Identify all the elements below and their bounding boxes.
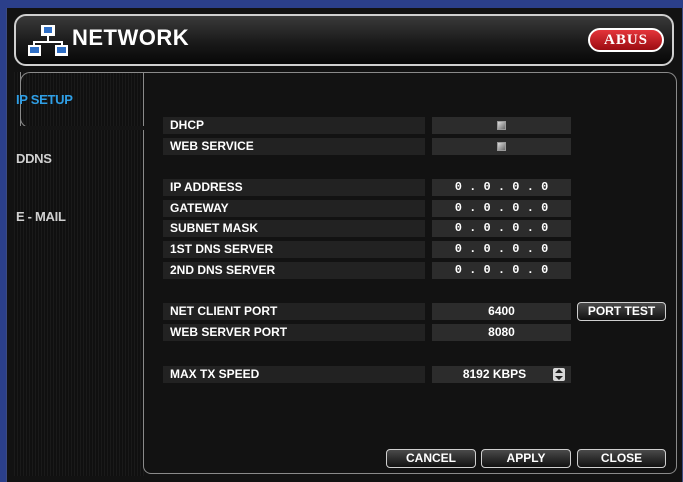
net-client-port-field[interactable]: 6400 [432,303,571,320]
web-server-port-label: WEB SERVER PORT [163,324,425,341]
max-tx-speed-value: 8192 KBPS [462,367,527,381]
dhcp-checkbox[interactable] [497,121,506,130]
cancel-button[interactable]: CANCEL [386,449,476,468]
net-client-port-label: NET CLIENT PORT [163,303,425,320]
dhcp-checkbox-cell[interactable] [432,117,571,134]
brand-logo: ABUS [588,28,664,52]
tab-email[interactable]: E - MAIL [16,209,66,224]
ip-address-field[interactable]: 0 . 0 . 0 . 0 [432,179,571,196]
spinner-icon[interactable] [553,368,565,381]
port-test-button[interactable]: PORT TEST [577,302,666,321]
gateway-label: GATEWAY [163,200,425,217]
subnet-mask-label: SUBNET MASK [163,220,425,237]
page-title: NETWORK [72,25,190,50]
max-tx-speed-label: MAX TX SPEED [163,366,425,383]
dhcp-label: DHCP [163,117,425,134]
apply-button[interactable]: APPLY [481,449,571,468]
web-service-checkbox-cell[interactable] [432,138,571,155]
web-service-checkbox[interactable] [497,142,506,151]
dns2-field[interactable]: 0 . 0 . 0 . 0 [432,262,571,279]
ip-address-label: IP ADDRESS [163,179,425,196]
max-tx-speed-select[interactable]: 8192 KBPS [432,366,571,383]
tab-ip-setup[interactable]: IP SETUP [16,92,73,107]
web-server-port-field[interactable]: 8080 [432,324,571,341]
dns2-label: 2ND DNS SERVER [163,262,425,279]
active-tab-gap [20,126,144,130]
dns1-field[interactable]: 0 . 0 . 0 . 0 [432,241,571,258]
web-service-label: WEB SERVICE [163,138,425,155]
close-button[interactable]: CLOSE [577,449,666,468]
gateway-field[interactable]: 0 . 0 . 0 . 0 [432,200,571,217]
network-icon [28,25,68,56]
subnet-mask-field[interactable]: 0 . 0 . 0 . 0 [432,220,571,237]
sidebar [14,72,144,476]
tab-ddns[interactable]: DDNS [16,151,52,166]
header-bar: NETWORK ABUS [14,14,674,66]
dns1-label: 1ST DNS SERVER [163,241,425,258]
